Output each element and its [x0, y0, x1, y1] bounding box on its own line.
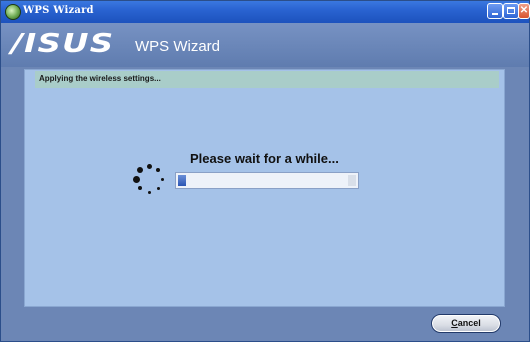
status-message: Applying the wireless settings...: [39, 74, 161, 83]
spinner-dot: [147, 190, 151, 194]
wps-wizard-window: WPS Wizard ✕ /ISUS WPS Wizard Applying t…: [0, 0, 530, 342]
close-button[interactable]: ✕: [518, 3, 530, 19]
status-bar: Applying the wireless settings...: [35, 71, 499, 88]
maximize-button[interactable]: [503, 3, 519, 19]
cancel-button[interactable]: Cancel: [431, 314, 501, 333]
spinner-dot: [156, 186, 160, 190]
spinner-dot: [156, 167, 161, 172]
progress-bar: [175, 172, 359, 189]
header-title: WPS Wizard: [135, 38, 221, 55]
progress-fill: [178, 175, 186, 186]
title-bar[interactable]: WPS Wizard ✕: [1, 1, 530, 23]
spinner-dot: [136, 166, 143, 173]
header-banner: /ISUS WPS Wizard: [1, 23, 529, 67]
maximize-icon: [507, 7, 515, 14]
minimize-icon: [492, 13, 498, 15]
spinner-dot: [137, 186, 142, 191]
wait-message: Please wait for a while...: [190, 151, 339, 166]
minimize-button[interactable]: [487, 3, 503, 19]
progress-track-end: [348, 175, 356, 186]
close-icon: ✕: [519, 5, 529, 16]
asus-logo: /ISUS: [11, 29, 115, 59]
spinner-dot: [132, 175, 140, 183]
spinner-dot: [146, 163, 152, 169]
spinner-dot: [160, 177, 164, 181]
wps-app-icon: [5, 4, 21, 20]
loading-spinner-icon: [131, 161, 167, 197]
cancel-label: ancel: [457, 318, 481, 328]
window-title: WPS Wizard: [23, 5, 94, 16]
